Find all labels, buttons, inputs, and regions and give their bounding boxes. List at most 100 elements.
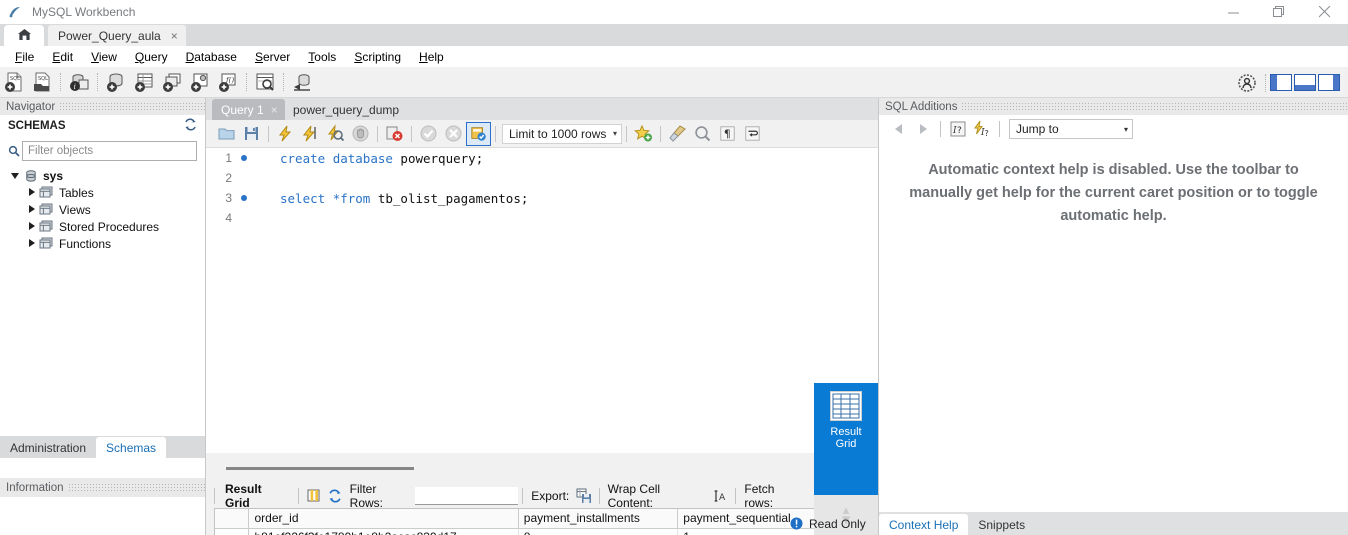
close-icon[interactable]: ×	[271, 103, 278, 117]
toggle-invisible-chars-icon[interactable]: ¶	[715, 122, 740, 146]
reconnect-to-server-icon[interactable]	[288, 68, 316, 96]
chevron-down-icon[interactable]: ▾	[613, 129, 617, 138]
explain-statement-icon[interactable]	[323, 122, 348, 146]
refresh-icon[interactable]	[324, 486, 345, 506]
menu-server[interactable]: Server	[246, 48, 299, 66]
folder-icon	[38, 237, 55, 250]
automatic-help-icon[interactable]: I ?	[970, 118, 994, 140]
forward-arrow-icon[interactable]	[911, 118, 935, 140]
result-grid-side-rail[interactable]: Result Grid	[814, 383, 878, 495]
rollback-icon[interactable]	[441, 122, 466, 146]
menu-scripting[interactable]: Scripting	[345, 48, 410, 66]
wrap-cell-icon[interactable]: A	[710, 486, 731, 506]
tree-node-tables[interactable]: Tables	[8, 184, 205, 201]
new-sql-tab-icon[interactable]: SQL	[0, 68, 28, 96]
new-table-icon[interactable]	[130, 68, 158, 96]
chevron-right-icon[interactable]	[24, 222, 38, 231]
menu-help[interactable]: Help	[410, 48, 453, 66]
filter-objects-input[interactable]	[22, 141, 197, 161]
chevron-down-icon[interactable]	[8, 171, 22, 180]
tree-node-sys[interactable]: sys	[8, 167, 205, 184]
editor-results-splitter[interactable]	[206, 455, 878, 483]
new-schema-icon[interactable]	[102, 68, 130, 96]
filter-rows-input[interactable]	[415, 486, 519, 505]
minimize-icon[interactable]	[1210, 0, 1256, 24]
refresh-icon[interactable]	[184, 118, 197, 134]
open-sql-script-icon[interactable]: SQL	[28, 68, 56, 96]
menu-edit[interactable]: Edit	[43, 48, 82, 66]
result-grid-icon	[830, 391, 862, 421]
wrap-lines-icon[interactable]	[740, 122, 765, 146]
new-function-icon[interactable]: f()	[214, 68, 242, 96]
splitter-grip[interactable]	[226, 467, 414, 470]
information-caption-label: Information	[6, 481, 64, 494]
row-selector[interactable]: ▸	[215, 528, 250, 535]
document-tab-power-query-aula[interactable]: Power_Query_aula ×	[48, 25, 186, 46]
commit-icon[interactable]	[416, 122, 441, 146]
toggle-output-icon[interactable]	[1294, 74, 1316, 91]
open-script-icon[interactable]	[214, 122, 239, 146]
jump-to-select[interactable]: Jump to ▾	[1009, 119, 1133, 139]
grid-view-icon[interactable]	[303, 486, 324, 506]
close-icon[interactable]	[1302, 0, 1348, 24]
tab-schemas[interactable]: Schemas	[96, 437, 167, 458]
tree-node-stored-procedures[interactable]: Stored Procedures	[8, 218, 205, 235]
svg-text:SQL: SQL	[38, 76, 48, 82]
toggle-stop-on-error-icon[interactable]	[382, 122, 407, 146]
close-icon[interactable]: ×	[171, 30, 178, 42]
menu-view[interactable]: View	[82, 48, 126, 66]
stop-execution-icon[interactable]	[348, 122, 373, 146]
result-grid-rail-label-line2: Grid	[835, 438, 857, 450]
editor-tab-query-1[interactable]: Query 1 ×	[212, 99, 285, 120]
beautify-sql-icon[interactable]	[665, 122, 690, 146]
save-snippet-icon[interactable]	[631, 122, 656, 146]
sql-space	[325, 191, 333, 206]
new-stored-procedure-icon[interactable]	[186, 68, 214, 96]
toolbar-separator	[495, 125, 496, 142]
limit-rows-select[interactable]: Limit to 1000 rows ▾	[502, 123, 622, 144]
toggle-secondary-sidebar-icon[interactable]	[1318, 74, 1340, 91]
sql-code-editor[interactable]: 1 create database powerquery; 2 3 select…	[206, 148, 878, 453]
result-grid-title: Result Grid	[225, 481, 262, 510]
column-header-order-id[interactable]: order_id	[248, 509, 519, 529]
toolbar-separator	[214, 487, 215, 504]
home-tab[interactable]	[4, 25, 44, 46]
chevron-right-icon[interactable]	[24, 205, 38, 214]
sql-additions-panel: SQL Additions I ? I ? Jump to ▾ Automati…	[878, 98, 1348, 535]
restore-icon[interactable]	[1256, 0, 1302, 24]
information-body	[0, 497, 205, 535]
menu-file[interactable]: File	[6, 48, 43, 66]
back-arrow-icon[interactable]	[887, 118, 911, 140]
chevron-right-icon[interactable]	[24, 188, 38, 197]
export-icon[interactable]	[573, 486, 594, 506]
find-icon[interactable]	[690, 122, 715, 146]
column-header-payment-installments[interactable]: payment_installments	[518, 509, 679, 529]
execute-current-statement-icon[interactable]	[298, 122, 323, 146]
tree-node-functions[interactable]: Functions	[8, 235, 205, 252]
menu-tools[interactable]: Tools	[299, 48, 345, 66]
toggle-autocommit-icon[interactable]	[466, 121, 491, 146]
search-data-icon[interactable]	[251, 68, 279, 96]
chevron-right-icon[interactable]	[24, 239, 38, 248]
chevron-down-icon[interactable]: ▾	[1124, 125, 1128, 134]
admin-icon[interactable]	[1233, 69, 1261, 97]
execute-statement-icon[interactable]	[273, 122, 298, 146]
save-script-icon[interactable]	[239, 122, 264, 146]
editor-tab-power-query-dump[interactable]: power_query_dump	[284, 99, 406, 120]
tab-context-help[interactable]: Context Help	[879, 514, 969, 535]
new-view-icon[interactable]	[158, 68, 186, 96]
menu-query[interactable]: Query	[126, 48, 177, 66]
tree-node-views-label: Views	[59, 202, 91, 217]
connect-to-server-icon[interactable]: i	[65, 68, 93, 96]
menu-database[interactable]: Database	[177, 48, 246, 66]
toolbar-separator	[377, 125, 378, 142]
cell-payment-installments[interactable]: 8	[518, 528, 679, 535]
sql-additions-toolbar: I ? I ? Jump to ▾	[879, 115, 1348, 143]
toggle-sidebar-icon[interactable]	[1270, 74, 1292, 91]
window-title: MySQL Workbench	[32, 5, 136, 19]
cell-order-id[interactable]: b81ef226f3fe1789b1e8b2acac839d17	[248, 528, 519, 535]
tab-administration[interactable]: Administration	[0, 437, 96, 458]
tab-snippets[interactable]: Snippets	[968, 514, 1035, 535]
context-help-icon[interactable]: I ?	[946, 118, 970, 140]
tree-node-views[interactable]: Views	[8, 201, 205, 218]
